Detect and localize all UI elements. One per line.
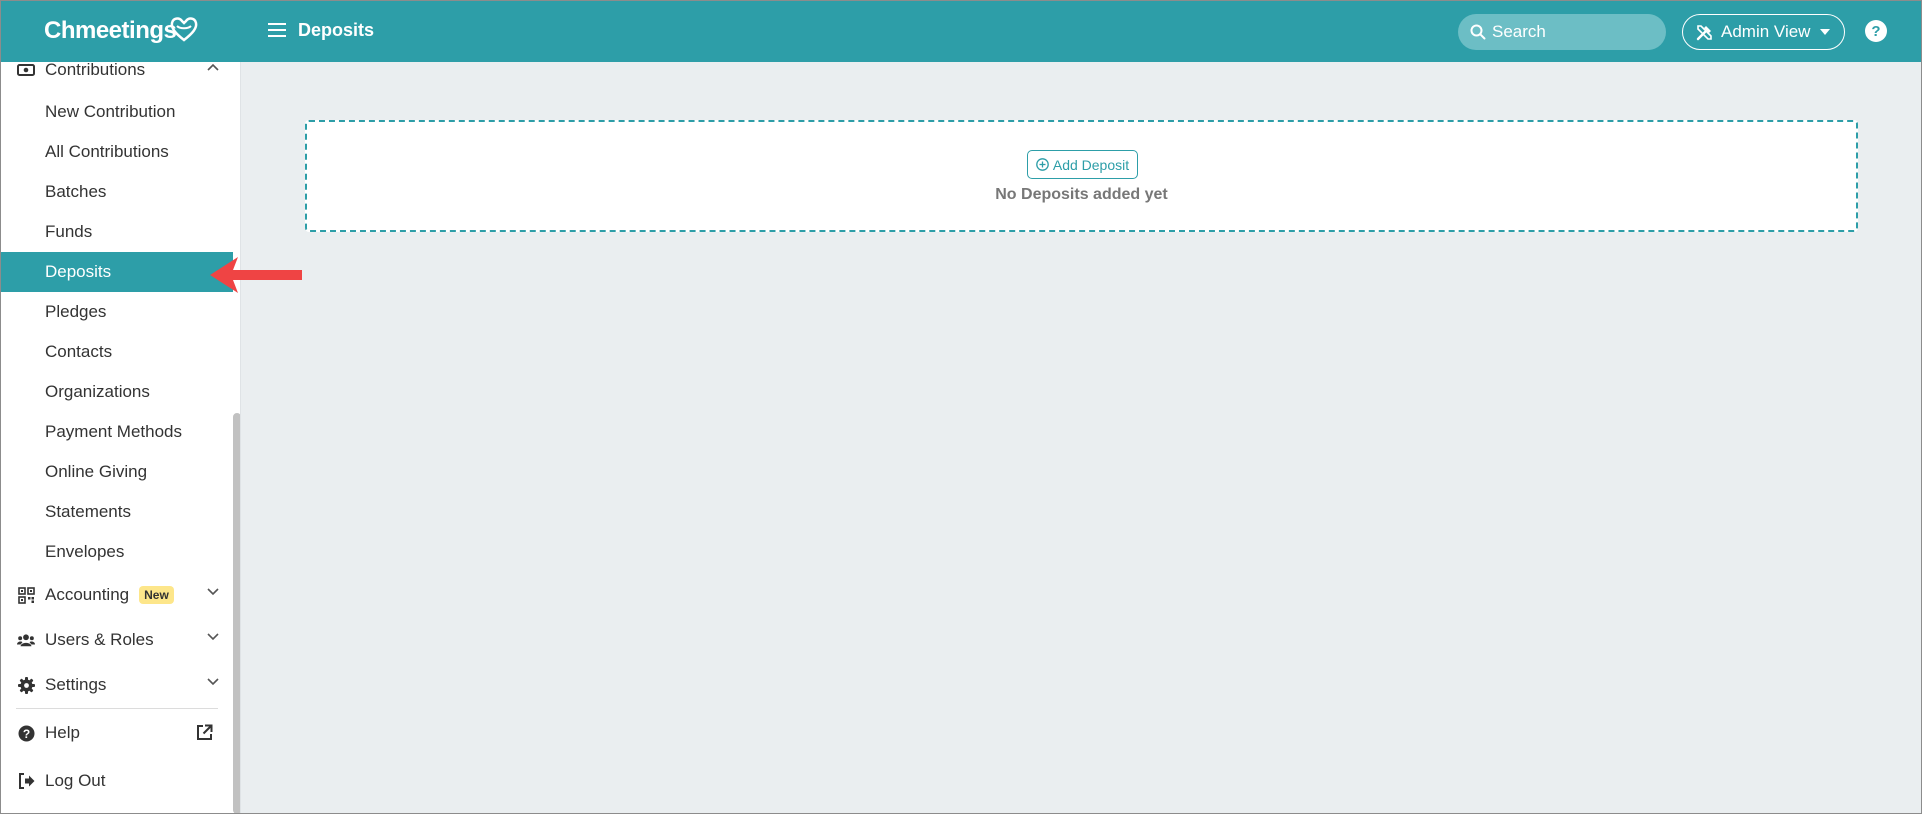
sidebar-scrollbar-thumb[interactable] (233, 413, 240, 814)
new-badge: New (139, 586, 174, 604)
sidebar: Contributions New Contribution All Contr… (0, 62, 241, 814)
sidebar-section-settings[interactable]: Settings (0, 665, 233, 705)
logout-icon (17, 772, 35, 790)
sidebar-item-payment-methods[interactable]: Payment Methods (0, 412, 233, 452)
sidebar-label-accounting: Accounting (45, 585, 130, 604)
chevron-down-icon (207, 633, 219, 641)
chevron-up-icon (207, 63, 219, 71)
logo-heart-icon (170, 17, 198, 42)
search-input[interactable] (1492, 14, 1660, 50)
sidebar-label-logout: Log Out (45, 771, 106, 790)
sidebar-item-deposits[interactable]: Deposits (0, 252, 233, 292)
svg-text:?: ? (22, 727, 29, 741)
sidebar-section-users-roles[interactable]: Users & Roles (0, 620, 233, 660)
sidebar-divider (16, 708, 218, 709)
hamburger-menu-icon[interactable] (268, 22, 286, 38)
svg-text:?: ? (1871, 23, 1880, 40)
help-circle-icon: ? (17, 724, 35, 742)
sidebar-item-batches[interactable]: Batches (0, 172, 233, 212)
top-header: Chmeetings Deposits Admin View ? (0, 0, 1922, 62)
add-deposit-button[interactable]: Add Deposit (1027, 150, 1138, 179)
sidebar-item-statements[interactable]: Statements (0, 492, 233, 532)
sidebar-item-funds[interactable]: Funds (0, 212, 233, 252)
sidebar-label-settings: Settings (45, 675, 107, 694)
sidebar-label-contributions: Contributions (45, 62, 146, 79)
sidebar-section-accounting[interactable]: Accounting New (0, 575, 233, 615)
sidebar-item-help[interactable]: ? Help (0, 713, 233, 753)
sidebar-item-contacts[interactable]: Contacts (0, 332, 233, 372)
help-icon[interactable]: ? (1864, 19, 1888, 43)
deposits-empty-state: Add Deposit No Deposits added yet (305, 120, 1858, 232)
sidebar-label-users-roles: Users & Roles (45, 630, 154, 649)
search-icon (1470, 24, 1486, 40)
caret-down-icon (1820, 29, 1831, 35)
admin-view-label: Admin View (1721, 22, 1811, 41)
red-arrow-annotation (210, 257, 302, 293)
page-title: Deposits (298, 20, 375, 40)
sidebar-label-help: Help (45, 723, 80, 742)
external-link-icon (197, 724, 213, 740)
money-icon (17, 62, 35, 79)
gear-icon (17, 676, 35, 694)
sidebar-item-logout[interactable]: Log Out (0, 761, 233, 801)
sidebar-section-contributions[interactable]: Contributions (0, 62, 233, 90)
sidebar-item-envelopes[interactable]: Envelopes (0, 532, 233, 572)
admin-view-button[interactable]: Admin View (1682, 14, 1845, 50)
sidebar-item-online-giving[interactable]: Online Giving (0, 452, 233, 492)
sidebar-item-all-contributions[interactable]: All Contributions (0, 132, 233, 172)
plus-circle-icon (1036, 158, 1049, 171)
chevron-down-icon (207, 678, 219, 686)
sidebar-item-pledges[interactable]: Pledges (0, 292, 233, 332)
sidebar-item-new-contribution[interactable]: New Contribution (0, 92, 233, 132)
app-logo[interactable]: Chmeetings (44, 17, 177, 45)
search-box[interactable] (1458, 14, 1666, 50)
qr-code-icon (17, 586, 35, 604)
users-icon (17, 631, 35, 649)
add-deposit-label: Add Deposit (1052, 156, 1130, 173)
chevron-down-icon (207, 588, 219, 596)
tools-icon (1696, 24, 1712, 40)
empty-state-message: No Deposits added yet (995, 186, 1168, 203)
sidebar-item-organizations[interactable]: Organizations (0, 372, 233, 412)
